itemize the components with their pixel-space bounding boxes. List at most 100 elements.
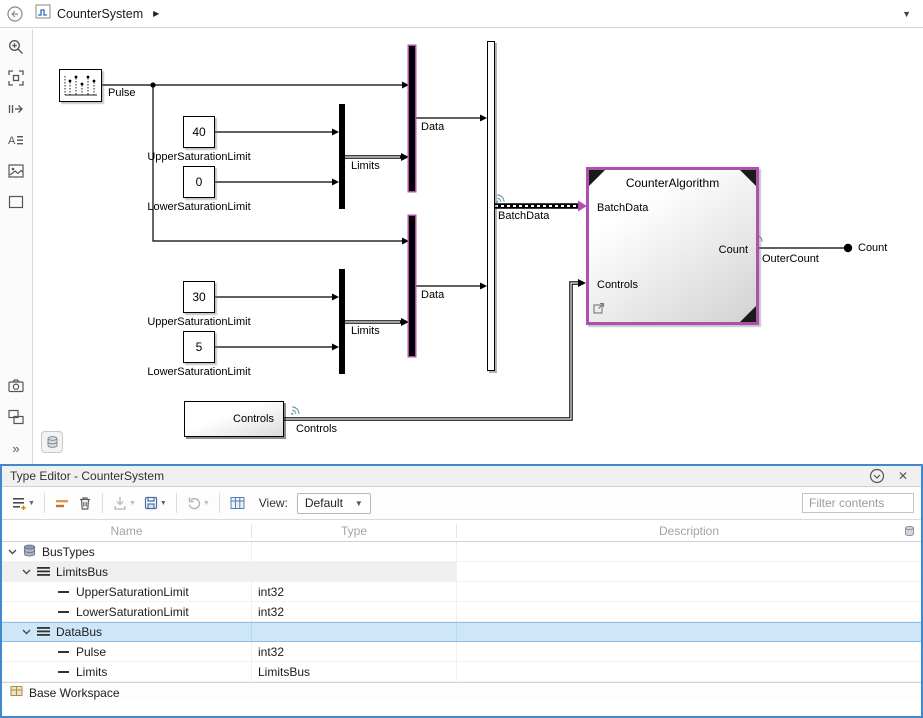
panel-menu-icon[interactable] <box>867 467 887 485</box>
limits-signal-label-1[interactable]: Limits <box>351 160 380 172</box>
svg-text:A: A <box>8 135 16 147</box>
import-dropdown-icon[interactable]: ▼ <box>129 500 136 507</box>
table-row[interactable]: Limits LimitsBus <box>2 662 921 682</box>
counter-algorithm-block[interactable]: CounterAlgorithm BatchData Controls Coun… <box>586 167 759 325</box>
count-port-label[interactable]: Count <box>858 242 887 254</box>
data-bus-creator-2[interactable] <box>409 216 415 356</box>
image-annotation-icon[interactable] <box>6 161 26 181</box>
import-button[interactable]: ▼ <box>110 491 138 515</box>
table-row[interactable]: LowerSaturationLimit int32 <box>2 602 921 622</box>
chevron-down-icon[interactable] <box>8 549 17 555</box>
controls-signal-label[interactable]: Controls <box>296 423 337 435</box>
canvas-dropdown-icon[interactable]: ▼ <box>902 9 911 19</box>
batchdata-signal-label[interactable]: BatchData <box>498 210 549 222</box>
table-row-selected[interactable]: DataBus <box>2 622 921 642</box>
column-header-type[interactable]: Type <box>252 524 457 538</box>
add-bus-element-button[interactable] <box>52 491 72 515</box>
fit-to-view-icon[interactable] <box>6 68 26 88</box>
show-model-browser-icon[interactable]: » <box>6 438 26 458</box>
row-name: Pulse <box>76 645 106 659</box>
controls-bus-line[interactable] <box>284 283 579 419</box>
row-description[interactable] <box>457 642 921 661</box>
editor-tool-palette: A » <box>0 29 33 464</box>
table-row[interactable]: LimitsBus <box>2 562 921 582</box>
add-bus-dropdown-icon[interactable]: ▼ <box>28 500 35 507</box>
workspace-database-icon <box>904 525 915 540</box>
constant-40-block[interactable]: 40 <box>183 116 215 148</box>
row-name: BusTypes <box>42 545 95 559</box>
row-type[interactable]: int32 <box>252 582 457 601</box>
constant-0-block[interactable]: 0 <box>183 166 215 198</box>
row-name: LimitsBus <box>56 565 108 579</box>
model-browser-icon[interactable] <box>6 407 26 427</box>
row-description[interactable] <box>457 662 921 681</box>
batch-bus-creator[interactable] <box>487 41 495 371</box>
row-type <box>252 623 457 641</box>
upper-saturation-label-2: UpperSaturationLimit <box>124 316 274 328</box>
controls-subsystem-block[interactable]: Controls <box>184 401 284 437</box>
count-output-port[interactable] <box>844 244 852 252</box>
table-row[interactable]: UpperSaturationLimit int32 <box>2 582 921 602</box>
breadcrumb-model-name[interactable]: CounterSystem <box>57 7 143 21</box>
open-model-badge-icon[interactable] <box>593 301 605 319</box>
lower-saturation-label-1: LowerSaturationLimit <box>124 201 274 213</box>
close-icon[interactable]: ✕ <box>893 467 913 485</box>
row-description[interactable] <box>457 582 921 601</box>
data-bus-creator-1[interactable] <box>409 46 415 191</box>
data-signal-label-2[interactable]: Data <box>421 289 444 301</box>
back-navigation-icon[interactable] <box>5 4 25 24</box>
apply-changes-button[interactable]: ▼ <box>184 491 212 515</box>
annotation-icon[interactable]: A <box>6 130 26 150</box>
step-forward-icon[interactable] <box>6 99 26 119</box>
apply-dropdown-icon[interactable]: ▼ <box>203 500 210 507</box>
limits-bus-creator-2[interactable] <box>339 269 345 374</box>
row-type[interactable]: int32 <box>252 602 457 621</box>
bus-element-icon <box>58 610 70 614</box>
controls-block-label: Controls <box>233 413 274 425</box>
limits-signal-label-2[interactable]: Limits <box>351 325 380 337</box>
area-annotation-icon[interactable] <box>6 192 26 212</box>
base-workspace-row[interactable]: Base Workspace <box>2 682 921 702</box>
row-type[interactable]: LimitsBus <box>252 662 457 681</box>
constant-30-block[interactable]: 30 <box>183 281 215 313</box>
table-row[interactable]: BusTypes <box>2 542 921 562</box>
viewmarks-camera-icon[interactable] <box>6 376 26 396</box>
bus-element-icon <box>58 590 70 594</box>
column-header-name[interactable]: Name <box>2 524 252 538</box>
counter-algorithm-title: CounterAlgorithm <box>589 176 756 190</box>
delete-button[interactable] <box>75 491 95 515</box>
pulse-signal-label[interactable]: Pulse <box>108 87 136 99</box>
outercount-signal-label[interactable]: OuterCount <box>762 253 819 265</box>
table-row[interactable]: Pulse int32 <box>2 642 921 662</box>
controls-streaming-icon[interactable] <box>290 403 302 421</box>
model-canvas[interactable]: Pulse 40 UpperSaturationLimit 0 LowerSat… <box>34 29 923 464</box>
show-details-button[interactable] <box>227 491 248 515</box>
limits-bus-creator-1[interactable] <box>339 104 345 209</box>
zoom-in-icon[interactable] <box>6 37 26 57</box>
row-description[interactable] <box>457 602 921 621</box>
row-type[interactable]: int32 <box>252 642 457 661</box>
pulse-source-block[interactable] <box>59 69 102 102</box>
column-header-description[interactable]: Description <box>457 524 921 538</box>
simulink-window: CounterSystem ▶ ▼ A » <box>0 0 923 718</box>
database-icon <box>46 435 59 449</box>
chevron-down-icon[interactable] <box>22 569 31 575</box>
row-name: DataBus <box>56 625 102 639</box>
filter-input[interactable] <box>802 493 914 513</box>
view-select[interactable]: Default ▼ <box>297 493 371 514</box>
model-data-badge[interactable] <box>41 431 63 453</box>
batchdata-streaming-icon[interactable] <box>495 191 507 209</box>
base-workspace-label: Base Workspace <box>29 686 120 700</box>
save-button[interactable]: ▼ <box>141 491 169 515</box>
data-signal-label-1[interactable]: Data <box>421 121 444 133</box>
constant-5-block[interactable]: 5 <box>183 331 215 363</box>
type-editor-toolbar: ▼ ▼ ▼ ▼ <box>2 487 921 520</box>
breadcrumb[interactable]: CounterSystem ▶ <box>35 4 159 24</box>
type-editor-titlebar[interactable]: Type Editor - CounterSystem ✕ <box>2 466 921 487</box>
signal-wires <box>34 29 923 464</box>
type-editor-title: Type Editor - CounterSystem <box>10 469 164 483</box>
breadcrumb-expand-icon[interactable]: ▶ <box>153 9 159 18</box>
chevron-down-icon[interactable] <box>22 629 31 635</box>
save-dropdown-icon[interactable]: ▼ <box>160 500 167 507</box>
add-bus-button[interactable]: ▼ <box>9 491 37 515</box>
